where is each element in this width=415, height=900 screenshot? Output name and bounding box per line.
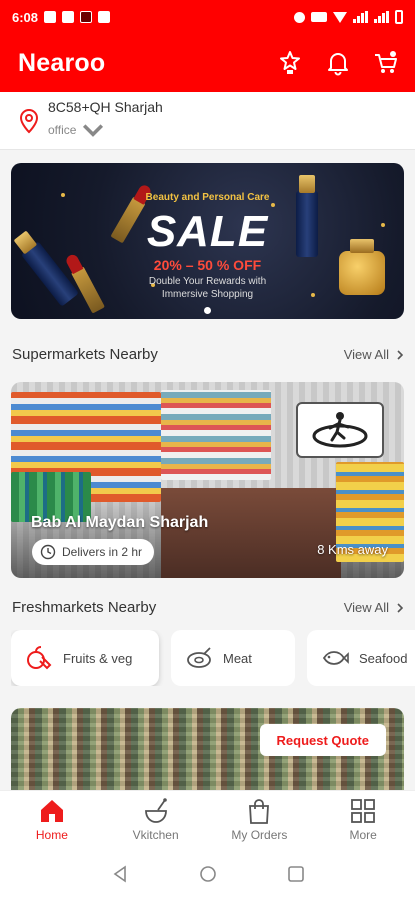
status-time: 6:08 [12,9,39,25]
recents-icon[interactable] [287,865,305,883]
banner-discount: 20% – 50 % OFF [153,257,262,273]
status-bar: 6:08 [0,0,415,34]
notification-icon [62,11,75,23]
back-icon[interactable] [111,865,129,883]
trophy-icon[interactable] [277,50,303,76]
category-chips: Fruits & veg Meat Seafood [11,630,415,686]
kitchen-icon [144,798,167,823]
store-image [161,488,341,578]
delivery-time: Delivers in 2 hr [62,545,143,559]
nav-home[interactable]: Home [0,791,104,848]
request-quote-button[interactable]: Request Quote [259,724,386,756]
banner-category: Beauty and Personal Care [145,192,270,203]
category-label: Meat [223,650,252,666]
supermarkets-header: Supermarkets Nearby View All [12,346,403,363]
category-chip-seafood[interactable]: Seafood [307,630,415,686]
nav-vkitchen[interactable]: Vkitchen [104,791,208,848]
bottom-navigation: Home Vkitchen My Orders More [0,790,415,848]
view-all-label: View All [343,600,389,615]
location-selector[interactable]: 8C58+QH Sharjah office [0,92,415,150]
store-card[interactable]: Bab Al Maydan Sharjah Delivers in 2 hr 8… [11,382,404,578]
chevron-right-icon [397,602,403,613]
chevron-down-icon [83,123,104,137]
chevron-right-icon [397,349,403,360]
delivery-runner-icon [312,412,368,448]
store-image [161,390,271,480]
signal-icon [374,11,389,23]
delivery-badge: Delivers in 2 hr [32,539,155,565]
app-header: 6:08 Nearoo [0,0,415,92]
category-label: Fruits & veg [63,650,133,666]
wifi-icon [333,11,347,23]
carousel-indicator[interactable] [204,307,211,314]
notification-icon [44,11,57,23]
store-sign [296,402,384,458]
nav-label: Vkitchen [132,828,179,842]
category-chip-meat[interactable]: Meat [171,630,295,686]
category-label: Seafood [359,650,408,666]
nav-label: More [349,828,377,842]
banner-headline: SALE [146,207,269,256]
grid-icon [351,799,376,823]
home-circle-icon[interactable] [199,865,217,883]
nav-more[interactable]: More [311,791,415,848]
location-address: 8C58+QH Sharjah [48,98,163,115]
freshmarket-card[interactable]: Request Quote [11,708,404,790]
battery-icon [395,10,403,24]
notification-icon [98,11,111,23]
home-icon [40,800,63,822]
alarm-icon [294,11,305,23]
section-title: Supermarkets Nearby [12,346,158,363]
category-chip-fruits-veg[interactable]: Fruits & veg [11,630,159,686]
promo-banner[interactable]: Beauty and Personal Care SALE 20% – 50 %… [11,163,404,319]
clock-icon [40,544,56,560]
bell-icon[interactable] [325,50,351,76]
store-distance: 8 Kms away [317,542,388,557]
brand-logo: Nearoo [18,48,106,77]
freshmarkets-header: Freshmarkets Nearby View All [12,599,403,616]
location-label: office [48,122,77,137]
notification-icon [80,11,93,23]
cart-icon[interactable] [373,50,399,76]
banner-tagline: Immersive Shopping [161,289,254,300]
section-title: Freshmarkets Nearby [12,599,157,616]
view-all-label: View All [343,347,389,362]
location-pin-icon [19,108,39,133]
bag-icon [249,799,270,824]
store-name: Bab Al Maydan Sharjah [31,514,209,531]
fish-icon [322,651,349,665]
view-all-link[interactable]: View All [344,600,403,615]
signal-icon [353,11,368,23]
fruits-icon [27,646,52,670]
banner-tagline: Double Your Rewards with [148,276,267,287]
meat-icon [187,647,211,668]
view-all-link[interactable]: View All [344,347,403,362]
nav-label: Home [35,828,68,842]
system-navigation [0,848,415,900]
nav-my-orders[interactable]: My Orders [208,791,312,848]
volte-icon [311,12,327,22]
nav-label: My Orders [231,828,288,842]
